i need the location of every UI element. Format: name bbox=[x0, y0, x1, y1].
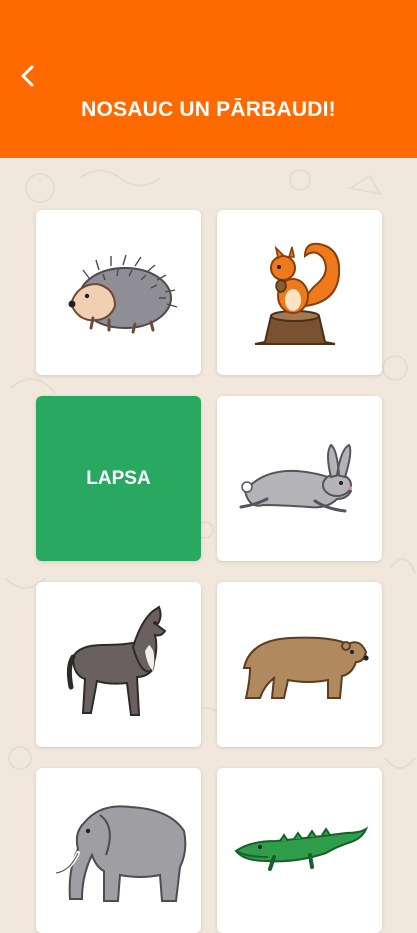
card-hare[interactable] bbox=[217, 396, 382, 561]
card-word-label: LAPSA bbox=[86, 467, 151, 489]
card-crocodile[interactable] bbox=[217, 768, 382, 933]
elephant-image bbox=[53, 804, 186, 902]
card-squirrel[interactable] bbox=[217, 210, 382, 375]
card-bear[interactable] bbox=[217, 582, 382, 747]
hedgehog-image bbox=[68, 254, 177, 333]
card-word-answer[interactable]: LAPSA bbox=[36, 396, 201, 561]
card-elephant[interactable] bbox=[36, 768, 201, 933]
wolf-image bbox=[66, 604, 166, 716]
squirrel-image bbox=[254, 242, 340, 345]
hare-image bbox=[239, 443, 353, 512]
bear-image bbox=[242, 636, 369, 699]
app-header: NOSAUC UN PĀRBAUDI! bbox=[0, 0, 417, 158]
page-title: NOSAUC UN PĀRBAUDI! bbox=[81, 98, 336, 121]
crocodile-image bbox=[234, 825, 368, 871]
card-wolf[interactable] bbox=[36, 582, 201, 747]
card-hedgehog[interactable] bbox=[36, 210, 201, 375]
chevron-left-icon bbox=[21, 65, 34, 87]
back-button[interactable] bbox=[10, 58, 46, 94]
